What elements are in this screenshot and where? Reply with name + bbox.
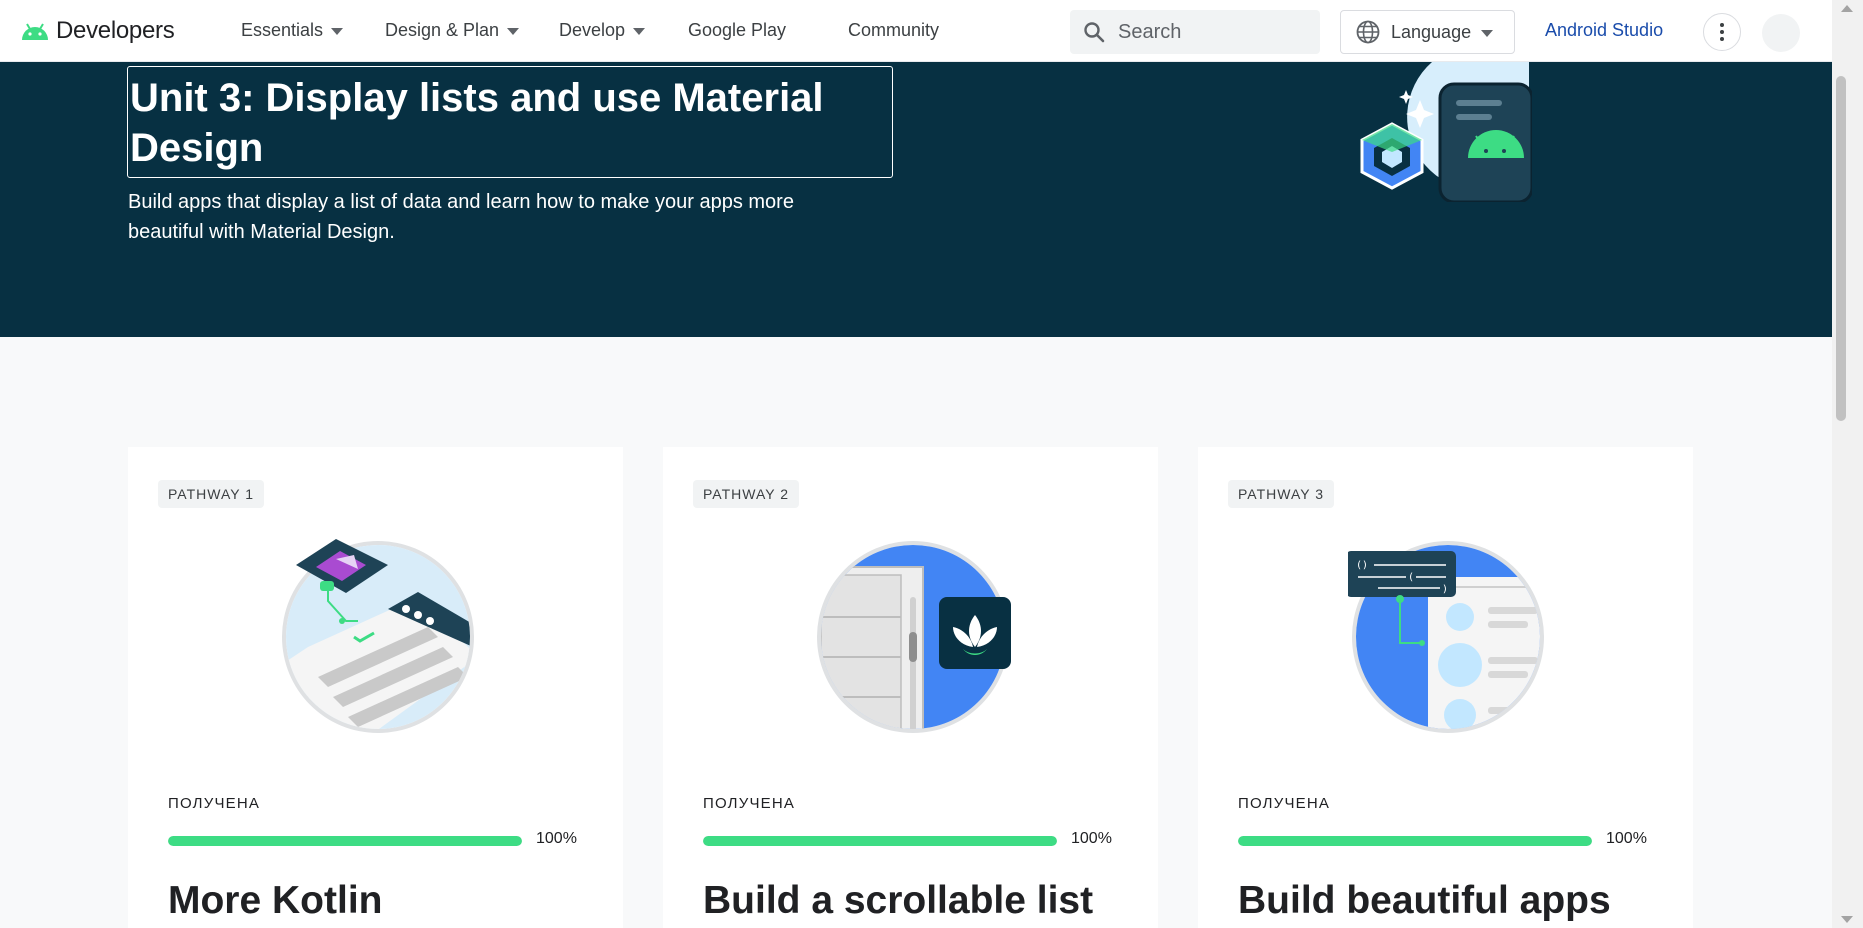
completion-status: ПОЛУЧЕНА	[1238, 795, 1331, 812]
progress-percent: 100%	[1606, 830, 1647, 847]
scrollable-list-illustration	[817, 541, 1011, 733]
progress-bar	[1238, 836, 1592, 846]
nav-google-play-label: Google Play	[688, 20, 787, 40]
top-navigation: Developers Essentials Design & Plan Deve…	[0, 0, 1832, 62]
caret-down-icon	[633, 28, 646, 35]
android-logo-icon	[22, 23, 48, 40]
progress-bar-fill	[168, 836, 522, 846]
more-vert-icon	[1720, 23, 1724, 27]
scrollbar-thumb[interactable]	[1836, 76, 1846, 421]
nav-google-play[interactable]: Google Play	[688, 20, 786, 41]
nav-design-plan[interactable]: Design & Plan	[385, 20, 520, 41]
page-title: Unit 3: Display lists and use Material D…	[127, 66, 893, 178]
language-selector[interactable]: Language	[1340, 10, 1515, 54]
progress-bar	[168, 836, 522, 846]
caret-down-icon	[507, 28, 520, 35]
completion-status: ПОЛУЧЕНА	[168, 795, 261, 812]
pathway-badge: PATHWAY 3	[1228, 480, 1335, 508]
nav-community[interactable]: Community	[848, 20, 939, 41]
nav-community-label: Community	[848, 20, 940, 40]
unit-description: Build apps that display a list of data a…	[128, 191, 794, 243]
nav-develop-label: Develop	[559, 20, 626, 40]
nav-essentials[interactable]: Essentials	[241, 20, 344, 41]
pathway-card[interactable]: PATHWAY 3 () ( ) ПОЛУЧЕНА 100% Build bea…	[1198, 447, 1693, 928]
caret-down-icon	[1481, 29, 1494, 37]
pathway-title[interactable]: Build a scrollable list	[703, 879, 1093, 923]
kotlin-pathway-illustration	[282, 539, 474, 733]
pathway-title[interactable]: Build beautiful apps	[1238, 879, 1611, 923]
progress-bar-fill	[703, 836, 1057, 846]
language-label: Language	[1391, 21, 1472, 42]
unit-hero-banner: Unit 3: Display lists and use Material D…	[0, 62, 1832, 337]
progress-percent: 100%	[536, 830, 577, 847]
search-icon	[1084, 22, 1105, 43]
progress-bar-fill	[1238, 836, 1592, 846]
svg-text:): )	[1442, 584, 1448, 595]
pathway-badge: PATHWAY 1	[158, 480, 265, 508]
brand-name: Developers	[56, 17, 175, 44]
developers-logo-link[interactable]: Developers	[20, 17, 175, 45]
svg-text:(: (	[1408, 572, 1414, 583]
pathway-badge: PATHWAY 2	[693, 480, 800, 508]
nav-develop[interactable]: Develop	[559, 20, 646, 41]
search-input[interactable]	[1118, 20, 1298, 44]
progress-bar	[703, 836, 1057, 846]
pathway-card[interactable]: PATHWAY 1 ПОЛУЧЕНА 100% More Kotlin	[128, 447, 623, 928]
nav-design-plan-label: Design & Plan	[385, 20, 500, 40]
pathway-title[interactable]: More Kotlin	[168, 879, 382, 923]
scroll-down-arrow-icon[interactable]	[1841, 916, 1853, 923]
pathway-card[interactable]: PATHWAY 2 ПОЛУЧЕНА 100% Build a scrollab…	[663, 447, 1158, 928]
android-studio-link[interactable]: Android Studio	[1545, 20, 1663, 41]
nav-essentials-label: Essentials	[241, 20, 324, 40]
search-box[interactable]	[1070, 10, 1320, 54]
scroll-up-arrow-icon[interactable]	[1841, 5, 1853, 12]
beautiful-apps-illustration: () ( )	[1348, 541, 1544, 733]
progress-percent: 100%	[1071, 830, 1112, 847]
avatar[interactable]	[1762, 14, 1800, 52]
compose-android-illustration	[1360, 62, 1532, 202]
globe-icon	[1356, 20, 1380, 44]
svg-text:(): ()	[1356, 560, 1368, 571]
more-options-button[interactable]	[1703, 13, 1741, 51]
caret-down-icon	[331, 28, 344, 35]
completion-status: ПОЛУЧЕНА	[703, 795, 796, 812]
